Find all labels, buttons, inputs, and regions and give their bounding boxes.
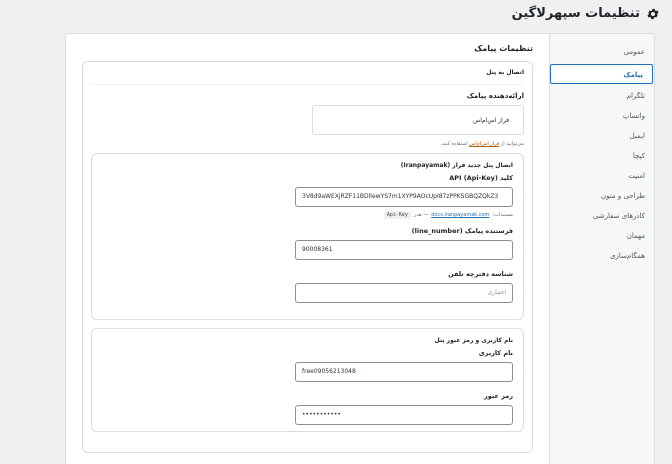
docs-line: مستندات: docs.iranpayamak.com — هدر Api-…	[102, 211, 513, 219]
api-key-input[interactable]: 3V8d9aWEXjRZF11BDllewYS7m1XYP9AOcUpI87zP…	[295, 187, 513, 207]
new-panel-title: اتصال پنل جدید فراز (Iranpayamak)	[400, 162, 513, 169]
username-label: نام کاربری	[478, 349, 513, 357]
nav-item-whatsapp[interactable]: واتساپ	[550, 106, 654, 126]
docs-middle: — هدر	[413, 212, 429, 218]
old-panel-title: نام کاربری و رمز عبور پنل	[434, 337, 513, 344]
nav-item-custom-fields[interactable]: کادرهای سفارشی	[550, 206, 654, 226]
nav-item-email[interactable]: ایمیل	[550, 126, 654, 146]
docs-link[interactable]: docs.iranpayamak.com	[431, 212, 489, 218]
page-header: تنظیمات سپهرلاگین	[512, 6, 660, 21]
settings-content: تنظیمات پیامک اتصال به پنل ارائه‌دهنده پ…	[66, 34, 549, 464]
nav-item-captcha[interactable]: کپچا	[550, 146, 654, 166]
settings-container: عمومی پیامک تلگرام واتساپ ایمیل کپچا امن…	[65, 33, 655, 464]
provider-help-link[interactable]: فراز اس‌ام‌اس	[469, 141, 499, 147]
password-label: رمز عبور	[484, 392, 513, 400]
section-title: تنظیمات پیامک	[474, 44, 533, 53]
nav-item-sync[interactable]: همگام‌سازی	[550, 246, 654, 266]
provider-label: ارائه‌دهنده پیامک	[466, 92, 524, 100]
phonebook-input[interactable]: اختیاری	[295, 283, 513, 303]
page-title: تنظیمات سپهرلاگین	[511, 6, 640, 21]
gear-icon	[647, 8, 659, 19]
new-panel-box: اتصال پنل جدید فراز (Iranpayamak) کلید A…	[91, 153, 524, 320]
provider-select[interactable]: فراز اس‌ام‌اس	[312, 105, 524, 135]
nav-item-general[interactable]: عمومی	[550, 42, 654, 62]
nav-item-guest[interactable]: مهمان	[550, 226, 654, 246]
sender-label: فرستنده پیامک (line_number)	[411, 227, 513, 235]
phonebook-label: شناسه دفترچه تلفن	[448, 270, 513, 278]
docs-prefix: مستندات:	[492, 212, 513, 218]
provider-help-prefix: می‌توانید از	[500, 141, 524, 147]
nav-item-design[interactable]: طراحی و متون	[550, 186, 654, 206]
provider-help-suffix: استفاده کنید.	[440, 141, 468, 147]
nav-item-security[interactable]: امنیت	[550, 166, 654, 186]
nav-item-sms[interactable]: پیامک	[550, 64, 653, 84]
username-input[interactable]: free09056213048	[295, 362, 513, 382]
nav-item-telegram[interactable]: تلگرام	[550, 86, 654, 106]
settings-sidebar: عمومی پیامک تلگرام واتساپ ایمیل کپچا امن…	[549, 34, 654, 464]
provider-help: می‌توانید از فراز اس‌ام‌اس استفاده کنید.	[91, 141, 524, 147]
sender-input[interactable]: 90008361	[295, 240, 513, 260]
panel-connection: اتصال به پنل ارائه‌دهنده پیامک فراز اس‌ا…	[82, 61, 533, 453]
api-key-label: کلید API (Api-Key)	[449, 174, 513, 182]
docs-header-code: Api-Key	[383, 211, 411, 219]
old-panel-box: نام کاربری و رمز عبور پنل نام کاربری fre…	[91, 328, 524, 432]
password-input[interactable]: •••••••••••	[295, 405, 513, 425]
panel-title: اتصال به پنل	[91, 69, 524, 85]
